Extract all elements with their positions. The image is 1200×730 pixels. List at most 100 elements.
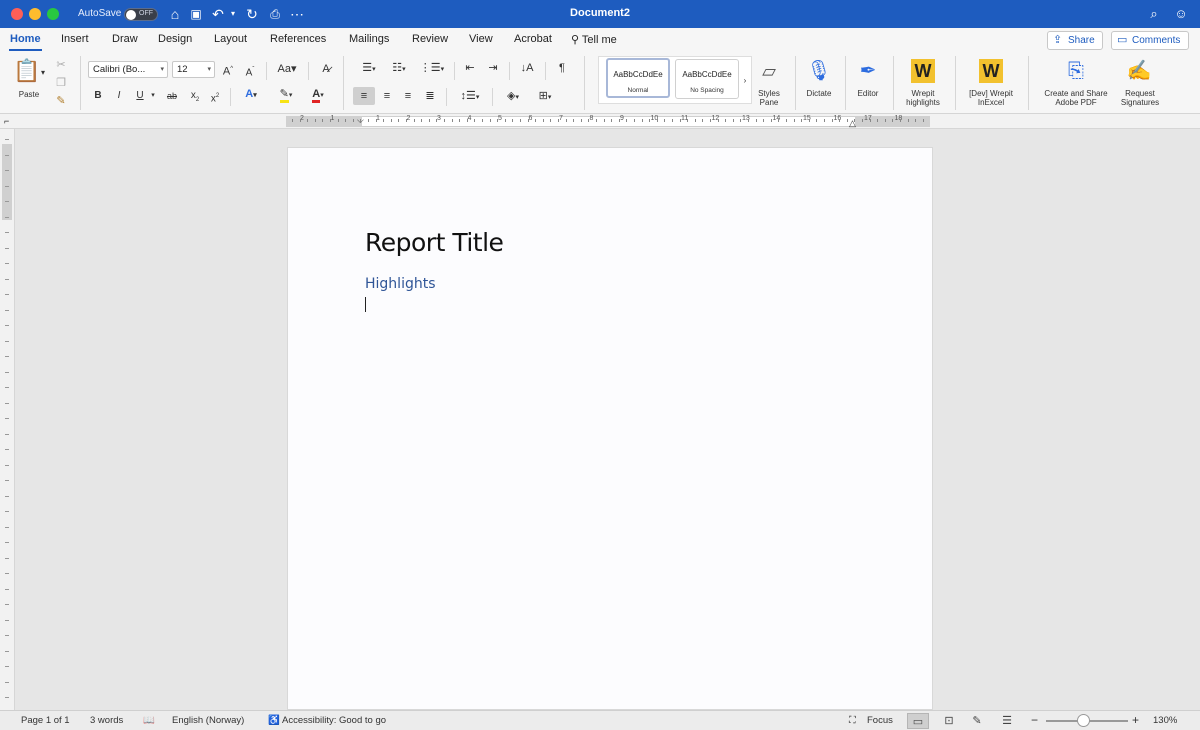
tab-home[interactable]: Home [10, 33, 41, 45]
right-indent-marker-icon[interactable]: △ [849, 116, 856, 130]
format-painter-icon[interactable]: ✎ [54, 94, 68, 108]
cut-icon[interactable]: ✂ [54, 58, 68, 72]
tab-acrobat[interactable]: Acrobat [514, 33, 552, 45]
shrink-font-icon[interactable]: Aˇ [243, 63, 257, 80]
editor-label[interactable]: Editor [852, 89, 884, 98]
underline-icon[interactable]: U [134, 89, 146, 103]
paste-dropdown-icon[interactable]: ▾ [41, 66, 45, 80]
clear-formatting-icon[interactable]: A̷ [318, 62, 334, 76]
change-case-icon[interactable]: Aa▾ [276, 62, 298, 76]
document-page[interactable]: Report Title Highlights [287, 147, 933, 710]
align-center-icon[interactable]: ≡ [378, 87, 396, 105]
ruler-tick [5, 325, 9, 326]
align-left-icon[interactable]: ≡ [353, 87, 375, 105]
borders-icon[interactable]: ⊞▾ [531, 89, 559, 105]
tab-view[interactable]: View [469, 33, 493, 45]
ruler-tick [573, 119, 575, 122]
dictate-label[interactable]: Dictate [802, 89, 836, 98]
subscript-icon[interactable]: x2 [188, 89, 202, 107]
dev-wrepit-label[interactable]: [Dev] Wrepit InExcel [960, 89, 1022, 107]
focus-icon[interactable]: ⛶ [849, 715, 856, 726]
align-right-icon[interactable]: ≡ [399, 87, 417, 105]
shading-icon[interactable]: ◈▾ [500, 89, 526, 105]
increase-indent-icon[interactable]: ⇥ [485, 61, 501, 75]
zoom-slider-handle[interactable] [1076, 714, 1090, 727]
microphone-icon[interactable]: 🎙 [805, 57, 833, 85]
ribbon-separator [266, 62, 267, 80]
word-count[interactable]: 3 words [90, 715, 123, 726]
ruler-tick [824, 119, 825, 122]
ruler-tick [5, 526, 9, 528]
italic-icon[interactable]: I [113, 89, 125, 103]
highlight-color-icon[interactable]: ✎▾ [273, 87, 299, 103]
read-mode-view-button[interactable]: ✎ [966, 713, 988, 729]
create-pdf-icon[interactable]: ⎘ [1062, 57, 1090, 85]
font-size-dropdown[interactable]: 12 ▾ [172, 61, 215, 78]
ruler-tick [580, 119, 582, 122]
zoom-level[interactable]: 130% [1153, 715, 1177, 726]
proofing-icon[interactable]: 📖 [143, 715, 155, 726]
page-count[interactable]: Page 1 of 1 [21, 715, 70, 726]
tab-layout[interactable]: Layout [214, 33, 247, 45]
decrease-indent-icon[interactable]: ⇤ [462, 61, 478, 75]
bold-icon[interactable]: B [92, 89, 104, 103]
multilevel-list-icon[interactable]: ⋮☰▾ [418, 61, 446, 77]
create-share-pdf-label[interactable]: Create and Share Adobe PDF [1034, 89, 1118, 107]
profile-icon[interactable]: ☺ [1173, 5, 1189, 23]
wrepit-highlights-icon[interactable]: W [911, 59, 935, 83]
superscript-icon[interactable]: x2 [208, 89, 222, 106]
dev-wrepit-icon[interactable]: W [979, 59, 1003, 83]
tell-me-search[interactable]: ⚲ Tell me [571, 33, 617, 46]
accessibility-icon[interactable]: ♿ [268, 715, 280, 726]
language-indicator[interactable]: English (Norway) [172, 715, 244, 726]
styles-pane-label[interactable]: Styles Pane [751, 89, 787, 107]
styles-more-icon[interactable]: › [741, 74, 749, 88]
web-layout-view-button[interactable]: ⊡ [938, 713, 960, 729]
tab-references[interactable]: References [270, 33, 326, 45]
document-title-text[interactable]: Report Title [365, 228, 504, 257]
request-signatures-label[interactable]: Request Signatures [1114, 89, 1166, 107]
strikethrough-icon[interactable]: ab [163, 89, 181, 103]
line-spacing-icon[interactable]: ↕☰▾ [456, 89, 484, 105]
style-normal[interactable]: AaBbCcDdEe Normal [606, 58, 670, 98]
zoom-out-icon[interactable]: − [1031, 713, 1038, 727]
indent-marker-icon[interactable]: ⌵ [357, 113, 364, 127]
document-heading-text[interactable]: Highlights [365, 276, 436, 292]
paste-icon[interactable]: 📋 [12, 57, 42, 85]
editor-icon[interactable]: ✒ [854, 57, 882, 85]
justify-icon[interactable]: ≣ [421, 87, 439, 105]
tab-design[interactable]: Design [158, 33, 192, 45]
underline-dropdown-icon[interactable]: ▾ [148, 89, 158, 103]
font-color-icon[interactable]: A▾ [305, 87, 331, 103]
search-icon[interactable]: ⌕ [1146, 5, 1162, 23]
tab-mailings[interactable]: Mailings [349, 33, 389, 45]
grow-font-icon[interactable]: A^ [221, 62, 235, 79]
tab-selector-icon[interactable]: ⌐ [4, 114, 9, 128]
tab-draw[interactable]: Draw [112, 33, 138, 45]
outline-view-button[interactable]: ☰ [996, 713, 1018, 729]
paste-label[interactable]: Paste [14, 90, 44, 99]
tab-insert[interactable]: Insert [61, 33, 89, 45]
wrepit-highlights-label[interactable]: Wrepit highlights [896, 89, 950, 107]
ruler-tick [907, 119, 909, 122]
request-signatures-icon[interactable]: ✍ [1124, 57, 1154, 85]
tab-review[interactable]: Review [412, 33, 448, 45]
numbering-icon[interactable]: ☷▾ [386, 61, 412, 77]
text-effects-icon[interactable]: A▾ [240, 87, 262, 103]
copy-icon[interactable]: ❐ [54, 76, 68, 90]
style-no-spacing[interactable]: AaBbCcDdEe No Spacing [675, 59, 739, 99]
bullets-icon[interactable]: ☰▾ [356, 61, 382, 77]
sort-icon[interactable]: ↓A [518, 61, 536, 75]
ruler-tick [497, 119, 499, 122]
styles-pane-icon[interactable]: ▱ [754, 57, 784, 85]
horizontal-ruler[interactable]: ⌐ 2 1 1 2 3 4 5 6 7 8 9 10 11 12 13 14 15 16 17 18 ⌵ △ [0, 114, 1200, 129]
share-button[interactable]: ⇪ Share [1047, 31, 1103, 50]
comments-button[interactable]: ▭ Comments [1111, 31, 1189, 50]
show-formatting-marks-icon[interactable]: ¶ [555, 61, 569, 75]
accessibility-status[interactable]: Accessibility: Good to go [282, 715, 386, 726]
zoom-in-icon[interactable]: + [1132, 713, 1139, 727]
focus-label[interactable]: Focus [867, 715, 893, 726]
ribbon-separator [230, 88, 231, 106]
print-layout-view-button[interactable]: ▭ [907, 713, 929, 729]
font-name-dropdown[interactable]: Calibri (Bo... ▾ [88, 61, 168, 78]
